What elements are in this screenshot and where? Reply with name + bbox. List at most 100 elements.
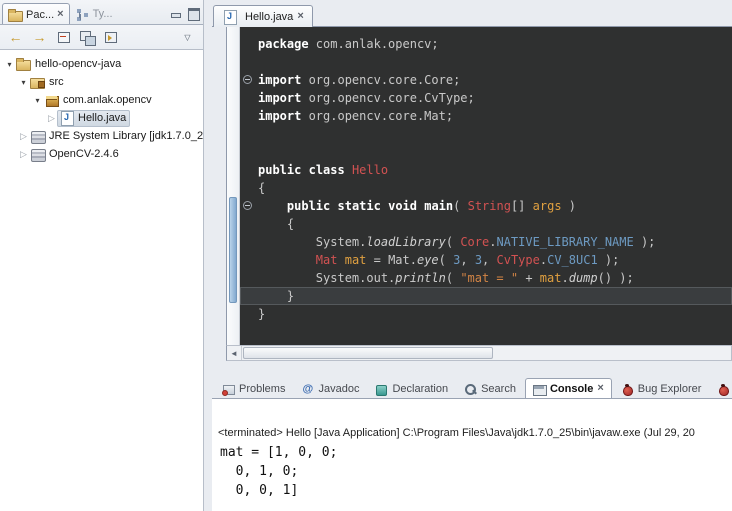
code-token: args [533,197,562,215]
expanded-arrow-icon[interactable]: ▾ [18,78,29,87]
expanded-arrow-icon[interactable]: ▾ [32,96,43,105]
code-token: () ); [598,269,634,287]
collapsed-arrow-icon[interactable]: ▷ [46,113,57,124]
code-line[interactable]: import org.opencv.core.Mat; [240,107,732,125]
bottom-tab-search[interactable]: Search [457,378,523,399]
tree-item-label: src [49,76,64,88]
code-token: "mat = " [460,269,518,287]
code-line[interactable]: { [240,215,732,233]
collapse-all-icon[interactable] [53,27,74,47]
code-line[interactable]: Mat mat = Mat.eye( 3, 3, CvType.CV_8UC1 … [240,251,732,269]
tree-item-opencv-2-4-6[interactable]: ▷OpenCV-2.4.6 [0,145,203,163]
code-token: ) [562,197,576,215]
bottom-tab-label: Bug Explorer [638,383,702,395]
bottom-tab-bug-explorer[interactable]: Bug Explorer [614,378,709,399]
code-token: System.out. [258,269,395,287]
scrollbar-thumb[interactable] [243,347,493,359]
code-line[interactable]: import org.opencv.core.CvType; [240,89,732,107]
view-tab-label: Pac... [26,9,54,21]
bottom-tab-label: Javadoc [318,383,359,395]
code-line[interactable] [240,125,732,143]
bottom-tab-console[interactable]: Console [525,378,612,399]
tree-item-label: hello-opencv-java [35,58,121,70]
code-token: package [258,35,309,53]
library-icon [30,129,46,143]
package-explorer-toolbar [0,25,203,50]
package-explorer-icon [8,8,23,21]
view-tab-ty[interactable]: Ty... [70,3,118,24]
fold-margin [240,107,258,125]
editor-area: Hello.java package com.anlak.opencv; impo… [212,4,732,361]
expanded-arrow-icon[interactable]: ▾ [4,60,15,69]
view-tab-pac[interactable]: Pac... [2,3,70,24]
library-icon [30,147,46,161]
fold-margin [240,179,258,197]
bottom-tab-label: Search [481,383,516,395]
close-icon[interactable] [297,11,303,22]
view-menu-icon[interactable] [177,27,198,47]
tree-item-hello-opencv-java[interactable]: ▾ hello-opencv-java [0,55,203,73]
code-token: { [258,179,265,197]
horizontal-scrollbar[interactable] [226,345,732,361]
code-token: ( [446,269,460,287]
code-token: CV_8UC1 [547,251,598,269]
bottom-tab-label: Problems [239,383,285,395]
back-icon[interactable] [5,27,26,47]
focus-view-icon[interactable] [101,27,122,47]
code-area[interactable]: package com.anlak.opencv; import org.open… [240,27,732,345]
fold-margin [240,251,258,269]
code-token [330,197,337,215]
code-token: com.anlak.opencv; [309,35,439,53]
console-output[interactable]: mat = [1, 0, 0; 0, 1, 0; 0, 0, 1] [220,443,732,500]
close-icon[interactable] [57,9,63,20]
code-token: ( [453,197,467,215]
tree-item-com-anlak-opencv[interactable]: ▾com.anlak.opencv [0,91,203,109]
code-token: import [258,89,301,107]
code-line[interactable]: { [240,179,732,197]
code-line[interactable]: public class Hello [240,161,732,179]
code-token: org.opencv.core.Mat; [301,107,453,125]
code-line[interactable]: package com.anlak.opencv; [240,35,732,53]
code-line[interactable]: public static void main( String[] args ) [240,197,732,215]
bottom-tab-declaration[interactable]: Declaration [368,378,455,399]
fold-margin [240,53,258,71]
editor-tab-hello-java[interactable]: Hello.java [213,5,313,27]
code-line[interactable]: } [240,287,732,305]
code-line[interactable]: } [240,305,732,323]
forward-icon[interactable] [29,27,50,47]
source-folder-icon [30,75,46,89]
code-token: void [388,197,417,215]
collapsed-arrow-icon[interactable]: ▷ [18,149,29,160]
minimize-icon[interactable] [170,8,181,18]
scroll-left-icon[interactable] [227,346,242,360]
tree-item-src[interactable]: ▾ src [0,73,203,91]
bottom-tab-bug[interactable]: Bug [710,378,732,399]
code-token: dump [569,269,598,287]
close-icon[interactable] [597,383,603,394]
type-hierarchy-icon [75,8,90,21]
package-explorer-view: Pac... Ty... ▾ hello-opencv-java ▾ src ▾com.a… [0,0,204,511]
fold-collapse-icon[interactable] [243,75,252,84]
fold-margin [240,143,258,161]
code-line[interactable]: System.loadLibrary( Core.NATIVE_LIBRARY_… [240,233,732,251]
code-line[interactable]: import org.opencv.core.Core; [240,71,732,89]
fold-collapse-icon[interactable] [243,201,252,210]
maximize-icon[interactable] [188,8,199,18]
code-line[interactable]: System.out.println( "mat = " + mat.dump(… [240,269,732,287]
code-line[interactable] [240,53,732,71]
fold-margin [240,89,258,107]
code-token: public [258,161,301,179]
project-tree: ▾hello-opencv-java▾src▾com.anlak.opencv▷… [0,50,203,163]
collapsed-arrow-icon[interactable]: ▷ [18,131,29,142]
bottom-tab-javadoc[interactable]: Javadoc [294,378,366,399]
annotation-ruler[interactable] [227,27,240,345]
tree-item-hello-java[interactable]: ▷Hello.java [0,109,203,127]
code-token: loadLibrary [366,233,445,251]
code-token: mat [345,251,367,269]
code-line[interactable] [240,143,732,161]
link-with-editor-icon[interactable] [77,27,98,47]
tree-item-jre-system-library-jdk1-7-0-25[interactable]: ▷JRE System Library [jdk1.7.0_25] [0,127,203,145]
console-title: <terminated> Hello [Java Application] C:… [218,427,732,439]
fold-margin [240,71,258,89]
bottom-tab-problems[interactable]: Problems [215,378,292,399]
